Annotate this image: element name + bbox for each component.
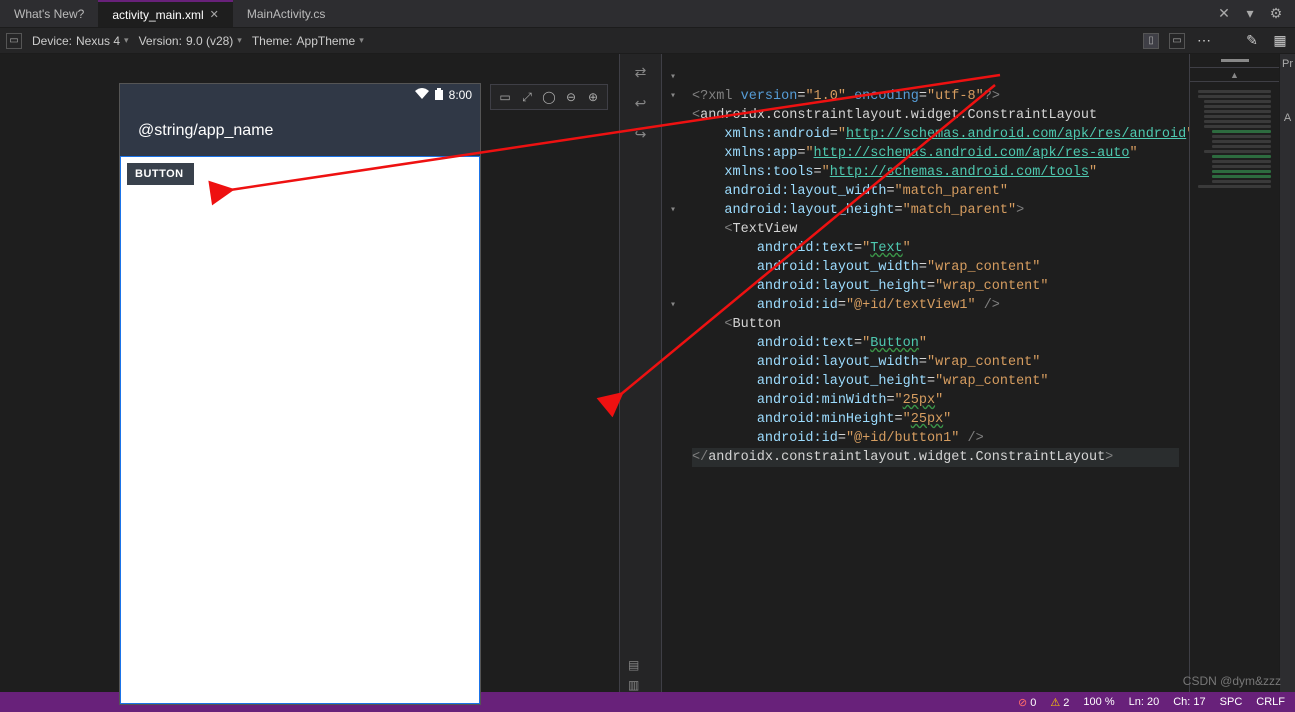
minimap-line: [1198, 90, 1271, 93]
nav-back-icon[interactable]: ↩: [635, 95, 647, 112]
minimap-line: [1212, 140, 1271, 143]
minimap[interactable]: ▲: [1189, 54, 1279, 692]
bottom-split-tools: ▤ ▥: [628, 658, 639, 692]
app-bar: @string/app_name: [120, 106, 480, 156]
wifi-icon: [415, 88, 429, 102]
minimap-line: [1212, 165, 1271, 168]
minimap-line: [1212, 130, 1271, 133]
fold-icon[interactable]: ▾: [670, 87, 676, 106]
chevron-down-icon: ▾: [124, 35, 129, 46]
more-icon[interactable]: ⋯: [1195, 32, 1213, 50]
split-horizontal-icon[interactable]: ▤: [628, 658, 639, 672]
fold-icon[interactable]: ▾: [670, 296, 676, 315]
designer-toolbar: ▭ Device: Nexus 4 ▾ Version: 9.0 (v28) ▾…: [0, 28, 1295, 54]
orientation-portrait-icon[interactable]: ▯: [1143, 33, 1159, 49]
status-time: 8:00: [449, 88, 472, 102]
app-title: @string/app_name: [138, 122, 273, 140]
preview-mode-icon[interactable]: ▭: [6, 33, 22, 49]
minimap-line: [1204, 115, 1271, 118]
options-icon[interactable]: ▾: [1241, 5, 1259, 23]
chevron-down-icon: ▾: [237, 35, 242, 46]
panel-tab-properties[interactable]: Pr: [1282, 58, 1293, 70]
minimap-line: [1204, 100, 1271, 103]
status-bar: 8:00: [120, 84, 480, 106]
zoom-fit-icon[interactable]: ⤢: [519, 89, 535, 105]
tab-bar: What's New? activity_main.xml ✕ MainActi…: [0, 0, 1295, 28]
battery-icon: [435, 88, 443, 103]
main-area: ▭ ⤢ ◯ ⊖ ⊕ 8:00 @string/app_name BUTTON: [0, 54, 1295, 692]
device-preview[interactable]: 8:00 @string/app_name BUTTON: [120, 84, 480, 704]
errors-indicator[interactable]: ⊘ 0: [1018, 696, 1036, 709]
minimap-line: [1212, 175, 1271, 178]
tabbar-actions: ✕ ▾ ⚙: [1215, 0, 1295, 27]
tab-activity-main[interactable]: activity_main.xml ✕: [98, 0, 233, 27]
minimap-line: [1204, 110, 1271, 113]
watermark: CSDN @dym&zzz: [1183, 674, 1281, 688]
editor-gutter: ⇄ ↩ ↪: [620, 54, 662, 692]
fold-icon[interactable]: ▾: [670, 68, 676, 87]
minimap-line: [1212, 135, 1271, 138]
gear-icon[interactable]: ⚙: [1267, 5, 1285, 23]
chevron-down-icon: ▾: [359, 35, 364, 46]
scroll-up-icon[interactable]: ▲: [1190, 68, 1279, 82]
minimap-split-handle[interactable]: [1190, 54, 1279, 68]
close-tool-window-icon[interactable]: ✕: [1215, 5, 1233, 23]
line-indicator[interactable]: Ln: 20: [1129, 696, 1160, 708]
zoom-out-icon[interactable]: ⊖: [563, 89, 579, 105]
nav-forward-icon[interactable]: ↪: [635, 126, 647, 143]
layout-canvas[interactable]: BUTTON: [120, 156, 480, 704]
minimap-line: [1212, 155, 1271, 158]
layout-icon[interactable]: ▦: [1271, 32, 1289, 50]
col-indicator[interactable]: Ch: 17: [1173, 696, 1205, 708]
preview-button[interactable]: BUTTON: [127, 163, 194, 185]
minimap-line: [1212, 170, 1271, 173]
device-selector[interactable]: Device: Nexus 4 ▾: [32, 34, 129, 48]
tab-whats-new[interactable]: What's New?: [0, 0, 98, 27]
designer-pane: ▭ ⤢ ◯ ⊖ ⊕ 8:00 @string/app_name BUTTON: [0, 54, 620, 692]
minimap-line: [1198, 95, 1271, 98]
zoom-reset-icon[interactable]: ◯: [541, 89, 557, 105]
orientation-landscape-icon[interactable]: ▭: [1169, 33, 1185, 49]
zoom-toolbar: ▭ ⤢ ◯ ⊖ ⊕: [490, 84, 608, 110]
minimap-line: [1204, 105, 1271, 108]
zoom-level[interactable]: 100 %: [1083, 696, 1114, 708]
select-icon[interactable]: ▭: [497, 89, 513, 105]
minimap-line: [1204, 150, 1271, 153]
version-selector[interactable]: Version: 9.0 (v28) ▾: [139, 34, 242, 48]
edit-icon[interactable]: ✎: [1243, 32, 1261, 50]
fold-icon[interactable]: ▾: [670, 201, 676, 220]
swap-icon[interactable]: ⇄: [635, 64, 647, 81]
theme-selector[interactable]: Theme: AppTheme ▾: [252, 34, 364, 48]
minimap-line: [1204, 125, 1271, 128]
code-editor[interactable]: ▾<?xml version="1.0" encoding="utf-8"?> …: [662, 54, 1189, 692]
minimap-line: [1212, 160, 1271, 163]
minimap-body[interactable]: [1190, 82, 1279, 196]
minimap-line: [1212, 145, 1271, 148]
minimap-line: [1212, 180, 1271, 183]
lineending-indicator[interactable]: CRLF: [1256, 696, 1285, 708]
minimap-line: [1204, 120, 1271, 123]
tab-mainactivity[interactable]: MainActivity.cs: [233, 0, 339, 27]
zoom-in-icon[interactable]: ⊕: [585, 89, 601, 105]
close-icon[interactable]: ✕: [210, 8, 219, 21]
warnings-indicator[interactable]: ⚠ 2: [1050, 696, 1069, 709]
side-panel: Pr A: [1279, 54, 1295, 692]
indent-indicator[interactable]: SPC: [1220, 696, 1243, 708]
split-vertical-icon[interactable]: ▥: [628, 678, 639, 692]
minimap-line: [1198, 185, 1271, 188]
panel-tab-a[interactable]: A: [1284, 112, 1291, 124]
